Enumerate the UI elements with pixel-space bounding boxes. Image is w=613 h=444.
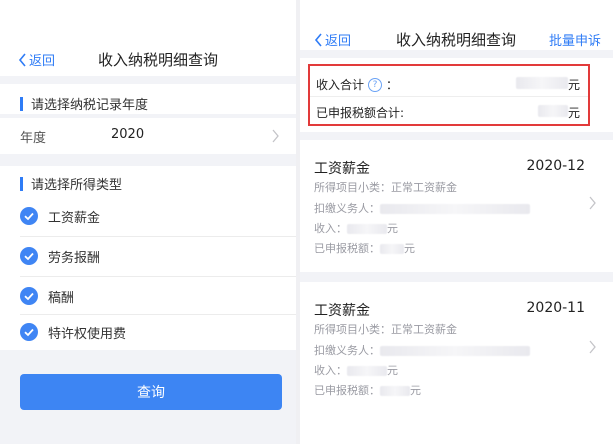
spacer xyxy=(300,132,613,140)
redacted-value xyxy=(380,204,530,214)
record-income: 收入： 元 xyxy=(314,220,398,236)
check-circle-icon xyxy=(20,287,38,305)
question-circle-icon[interactable]: ? xyxy=(368,77,383,92)
income-label: 收入： xyxy=(314,364,347,377)
redacted-value xyxy=(347,366,387,376)
colon: ： xyxy=(386,78,399,92)
left-nav-bar: 返回 收入纳税明细查询 xyxy=(0,0,296,76)
section-bar xyxy=(20,96,23,111)
withholder-label: 扣缴义务人： xyxy=(314,202,380,215)
page-title: 收入纳税明细查询 xyxy=(98,51,219,69)
redacted-value xyxy=(380,386,410,396)
tax-label: 已申报税额： xyxy=(314,242,380,255)
income-total-label: 收入合计 xyxy=(316,78,365,92)
left-screen: 返回 收入纳税明细查询 请选择纳税记录年度 年度 2020 请选择所得类型 工资… xyxy=(0,0,296,444)
chevron-right-icon xyxy=(589,196,596,210)
record-subcategory: 所得项目小类：正常工资薪金 xyxy=(314,323,457,336)
back-button[interactable]: 返回 xyxy=(18,50,55,69)
income-type-label: 特许权使用费 xyxy=(48,327,127,342)
year-label: 年度 xyxy=(20,131,47,146)
record-income: 收入： 元 xyxy=(314,362,398,378)
income-type-label: 稿酬 xyxy=(48,291,75,306)
record-tax: 已申报税额： 元 xyxy=(314,240,415,256)
redacted-value xyxy=(380,244,404,254)
income-total-value: 元 xyxy=(515,76,580,93)
currency-unit: 元 xyxy=(410,384,421,397)
check-circle-icon xyxy=(20,323,38,341)
redacted-value xyxy=(380,346,530,356)
tax-record-card[interactable]: 工资薪金 2020-12 所得项目小类：正常工资薪金 扣缴义务人： 收入： 元 已… xyxy=(300,140,613,272)
section-type-label: 请选择所得类型 xyxy=(31,178,123,193)
income-type-option[interactable]: 特许权使用费 xyxy=(0,312,296,352)
currency-unit: 元 xyxy=(567,106,580,120)
redacted-value xyxy=(515,77,568,89)
record-category: 工资薪金 xyxy=(314,303,370,319)
year-selector[interactable]: 年度 2020 xyxy=(0,118,296,154)
right-nav-bar: 返回 收入纳税明细查询 批量申诉 xyxy=(300,0,613,56)
spacer xyxy=(300,50,613,58)
section-bar xyxy=(20,176,23,191)
currency-unit: 元 xyxy=(404,242,415,255)
chevron-left-icon xyxy=(18,52,26,67)
record-period: 2020-12 xyxy=(526,158,586,174)
declared-tax-total-label: 已申报税额合计: xyxy=(316,106,405,120)
record-withholder: 扣缴义务人： xyxy=(314,342,530,358)
income-type-label: 工资薪金 xyxy=(48,211,101,226)
redacted-value xyxy=(347,224,387,234)
page-title: 收入纳税明细查询 xyxy=(396,31,517,49)
currency-unit: 元 xyxy=(567,78,580,92)
chevron-left-icon xyxy=(314,32,322,47)
withholder-label: 扣缴义务人： xyxy=(314,344,380,357)
spacer xyxy=(300,272,613,282)
tax-label: 已申报税额： xyxy=(314,384,380,397)
record-period: 2020-11 xyxy=(526,300,586,316)
record-tax: 已申报税额： 元 xyxy=(314,382,421,398)
spacer xyxy=(0,154,296,166)
section-type-title: 请选择所得类型 xyxy=(20,174,122,193)
currency-unit: 元 xyxy=(387,364,398,377)
check-circle-icon xyxy=(20,247,38,265)
income-type-option[interactable]: 工资薪金 xyxy=(0,196,296,236)
back-label: 返回 xyxy=(29,54,56,69)
section-year-label: 请选择纳税记录年度 xyxy=(31,98,149,113)
batch-appeal-button[interactable]: 批量申诉 xyxy=(549,30,601,49)
right-screen: 返回 收入纳税明细查询 批量申诉 收入合计 ? ： 元 已申报税额合计: 元 工… xyxy=(300,0,613,444)
income-type-option[interactable]: 稿酬 xyxy=(0,276,296,316)
record-category: 工资薪金 xyxy=(314,161,370,177)
check-circle-icon xyxy=(20,207,38,225)
year-value: 2020 xyxy=(111,127,145,142)
chevron-right-icon xyxy=(589,340,596,354)
income-type-label: 劳务报酬 xyxy=(48,251,101,266)
income-label: 收入： xyxy=(314,222,347,235)
redacted-value xyxy=(537,105,568,117)
query-button[interactable]: 查询 xyxy=(20,374,282,410)
declared-tax-total-value: 元 xyxy=(537,104,580,121)
divider xyxy=(310,96,588,97)
currency-unit: 元 xyxy=(387,222,398,235)
back-label: 返回 xyxy=(325,34,352,49)
income-type-option[interactable]: 劳务报酬 xyxy=(0,236,296,276)
summary-highlight-box: 收入合计 ? ： 元 已申报税额合计: 元 xyxy=(308,64,590,126)
spacer xyxy=(0,76,296,84)
back-button[interactable]: 返回 xyxy=(314,30,351,49)
record-withholder: 扣缴义务人： xyxy=(314,200,530,216)
record-subcategory: 所得项目小类：正常工资薪金 xyxy=(314,181,457,194)
chevron-right-icon xyxy=(272,129,279,143)
section-year-title: 请选择纳税记录年度 xyxy=(20,94,148,113)
income-total: 收入合计 ? ： xyxy=(316,76,398,93)
tax-record-card[interactable]: 工资薪金 2020-11 所得项目小类：正常工资薪金 扣缴义务人： 收入： 元 已… xyxy=(300,282,613,444)
